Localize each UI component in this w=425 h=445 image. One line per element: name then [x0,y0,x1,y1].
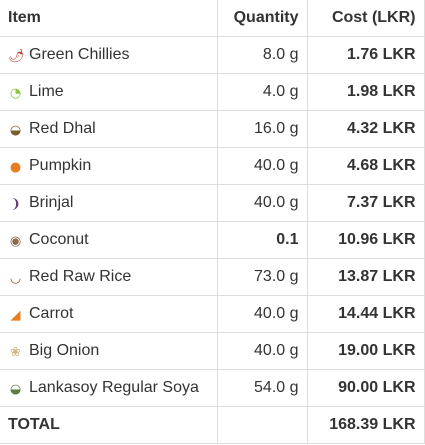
ingredient-rows: 🌶 Green Chillies 8.0 g 1.76 LKR ◔ Lime 4.0 g 1.… [0,36,425,407]
item-name: Pumpkin [29,156,92,174]
table-row: ◢ Carrot 40.0 g 14.44 LKR [0,295,425,333]
item-name: Lime [29,82,64,100]
quantity-cell: 0.1 [217,221,308,259]
quantity-cell: 40.0 g [217,147,308,185]
item-name: Carrot [29,304,74,322]
table-row: ● Pumpkin 40.0 g 4.68 LKR [0,147,425,185]
cost-cell: 14.44 LKR [307,295,425,333]
eggplant-icon: ❩ [10,196,21,212]
total-quantity-cell [217,406,308,444]
item-cell: ◉ Coconut [0,221,218,259]
item-cell: ❀ Big Onion [0,332,218,370]
item-column-header: Item [0,0,218,37]
cost-cell: 10.96 LKR [307,221,425,259]
table-row: ❀ Big Onion 40.0 g 19.00 LKR [0,332,425,370]
item-cell: ◡ Red Raw Rice [0,258,218,296]
item-name: Brinjal [29,193,74,211]
item-name: Red Dhal [29,119,96,137]
cost-cell: 13.87 LKR [307,258,425,296]
quantity-cell: 73.0 g [217,258,308,296]
item-cell: ❩ Brinjal [0,184,218,222]
quantity-cell: 40.0 g [217,295,308,333]
header-row: Item Quantity Cost (LKR) [0,0,425,37]
cost-column-header: Cost (LKR) [307,0,425,37]
bowl-icon: ◒ [9,381,22,397]
quantity-cell: 16.0 g [217,110,308,148]
item-name: Lankasoy Regular Soya [29,378,199,396]
pumpkin-icon: ● [9,159,22,175]
table-row: ◒ Lankasoy Regular Soya 54.0 g 90.00 LKR [0,369,425,407]
cost-cell: 1.98 LKR [307,73,425,111]
quantity-column-header: Quantity [217,0,308,37]
total-value: 168.39 LKR [307,406,425,444]
recipe-cost-table: Item Quantity Cost (LKR) 🌶 Green Chillies… [0,0,425,444]
item-name: Big Onion [29,341,100,359]
item-cell: ◔ Lime [0,73,218,111]
item-cell: ◒ Lankasoy Regular Soya [0,369,218,407]
total-label: TOTAL [0,406,218,444]
quantity-cell: 8.0 g [217,36,308,74]
table-row: 🌶 Green Chillies 8.0 g 1.76 LKR [0,36,425,74]
carrot-icon: ◢ [10,307,21,323]
item-cell: ● Pumpkin [0,147,218,185]
onion-icon: ❀ [10,344,21,360]
item-cell: ◢ Carrot [0,295,218,333]
cost-cell: 19.00 LKR [307,332,425,370]
item-name: Red Raw Rice [29,267,132,285]
item-cell: 🌶 Green Chillies [0,36,218,74]
cost-cell: 7.37 LKR [307,184,425,222]
bowl-icon: ◒ [9,122,22,138]
quantity-cell: 40.0 g [217,184,308,222]
quantity-cell: 54.0 g [217,369,308,407]
table-row: ◔ Lime 4.0 g 1.98 LKR [0,73,425,111]
quantity-cell: 4.0 g [217,73,308,111]
rice-bowl-icon: ◡ [9,270,22,286]
total-row: TOTAL 168.39 LKR [0,406,425,444]
table-row: ◡ Red Raw Rice 73.0 g 13.87 LKR [0,258,425,296]
cost-cell: 90.00 LKR [307,369,425,407]
cost-cell: 1.76 LKR [307,36,425,74]
item-name: Coconut [29,230,89,248]
table-row: ❩ Brinjal 40.0 g 7.37 LKR [0,184,425,222]
lime-icon: ◔ [9,85,22,101]
item-name: Green Chillies [29,45,130,63]
coconut-icon: ◉ [9,233,22,249]
item-cell: ◒ Red Dhal [0,110,218,148]
hot-pepper-icon: 🌶 [8,48,25,64]
cost-cell: 4.32 LKR [307,110,425,148]
cost-cell: 4.68 LKR [307,147,425,185]
table-row: ◉ Coconut 0.1 10.96 LKR [0,221,425,259]
table-row: ◒ Red Dhal 16.0 g 4.32 LKR [0,110,425,148]
quantity-cell: 40.0 g [217,332,308,370]
